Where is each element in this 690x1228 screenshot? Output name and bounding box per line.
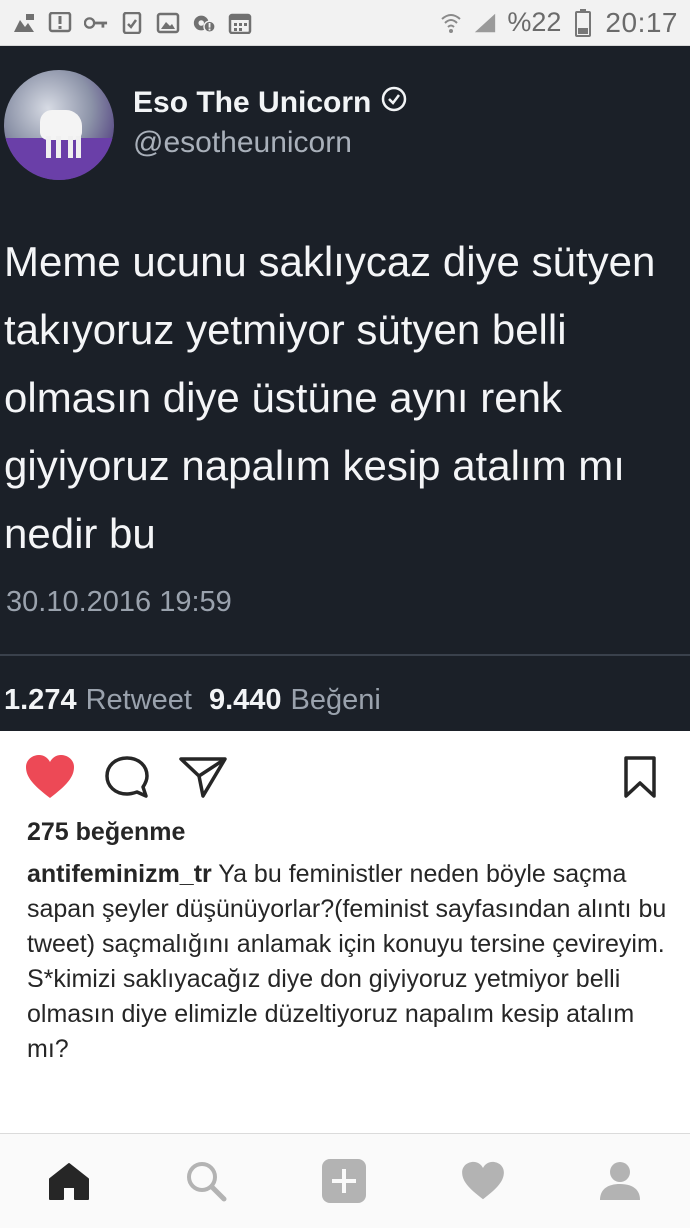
tweet-text: Meme ucunu saklıycaz diye sütyen takıyor… bbox=[4, 238, 656, 557]
calendar-icon bbox=[228, 12, 252, 34]
tweet-author-name-text: Eso The Unicorn bbox=[133, 86, 372, 119]
like-count: 9.440 bbox=[208, 684, 282, 716]
status-bar: %22 20:17 bbox=[0, 0, 690, 46]
verified-icon bbox=[381, 86, 407, 120]
nav-new-post[interactable] bbox=[321, 1158, 367, 1204]
nav-activity[interactable] bbox=[460, 1158, 506, 1204]
like-label: Beğeni bbox=[290, 684, 381, 716]
tweet-divider bbox=[0, 654, 690, 656]
retweet-count: 1.274 bbox=[4, 684, 77, 716]
post-image-tweet[interactable]: Eso The Unicorn @esotheunicorn Meme ucun… bbox=[0, 46, 690, 731]
tweet-date: 30.10.2016 19:59 bbox=[6, 586, 232, 618]
caption-text-2: S*kimizi saklıyacağız diye don giyiyoruz… bbox=[27, 965, 635, 1063]
settings-notification-icon bbox=[192, 12, 216, 34]
profile-icon bbox=[600, 1162, 640, 1200]
tweet-author-name: Eso The Unicorn bbox=[133, 86, 407, 120]
clock: 20:17 bbox=[605, 6, 678, 38]
nav-search[interactable] bbox=[183, 1158, 229, 1204]
home-icon bbox=[49, 1163, 89, 1200]
bottom-navigation bbox=[0, 1133, 690, 1228]
add-icon bbox=[322, 1159, 366, 1203]
caption-paragraph-1: antifeminizm_tr Ya bu feministler neden … bbox=[27, 857, 677, 962]
status-bar-notifications bbox=[12, 11, 252, 34]
wifi-icon bbox=[439, 12, 463, 34]
bookmark-icon bbox=[624, 756, 656, 798]
signal-icon bbox=[473, 12, 497, 34]
retweet-label: Retweet bbox=[85, 684, 192, 716]
comment-button[interactable] bbox=[102, 753, 152, 801]
heart-filled-icon bbox=[26, 755, 74, 798]
battery-icon bbox=[571, 8, 595, 37]
search-icon bbox=[187, 1162, 227, 1202]
tweet-stats: 1.274 Retweet 9.440 Beğeni bbox=[4, 684, 381, 717]
nav-home[interactable] bbox=[46, 1158, 92, 1204]
share-button[interactable] bbox=[178, 753, 228, 801]
likes-count[interactable]: 275 beğenme bbox=[27, 818, 185, 847]
tweet-avatar bbox=[4, 70, 114, 180]
like-button[interactable] bbox=[25, 753, 75, 801]
post-action-bar bbox=[0, 731, 690, 819]
caption-username[interactable]: antifeminizm_tr bbox=[27, 860, 212, 888]
battery-percent: %22 bbox=[507, 7, 562, 37]
comment-icon bbox=[105, 756, 149, 798]
nav-profile[interactable] bbox=[597, 1158, 643, 1204]
gallery-icon bbox=[156, 12, 180, 34]
send-icon bbox=[179, 757, 227, 798]
image-icon bbox=[12, 12, 36, 34]
key-icon bbox=[84, 12, 108, 34]
status-bar-system: %22 20:17 bbox=[439, 7, 678, 39]
heart-icon bbox=[462, 1161, 504, 1200]
clipboard-check-icon bbox=[120, 11, 144, 34]
post-caption: antifeminizm_tr Ya bu feministler neden … bbox=[27, 857, 677, 1067]
tweet-author-handle: @esotheunicorn bbox=[133, 126, 352, 159]
save-button[interactable] bbox=[615, 753, 665, 801]
alert-icon bbox=[48, 11, 72, 34]
